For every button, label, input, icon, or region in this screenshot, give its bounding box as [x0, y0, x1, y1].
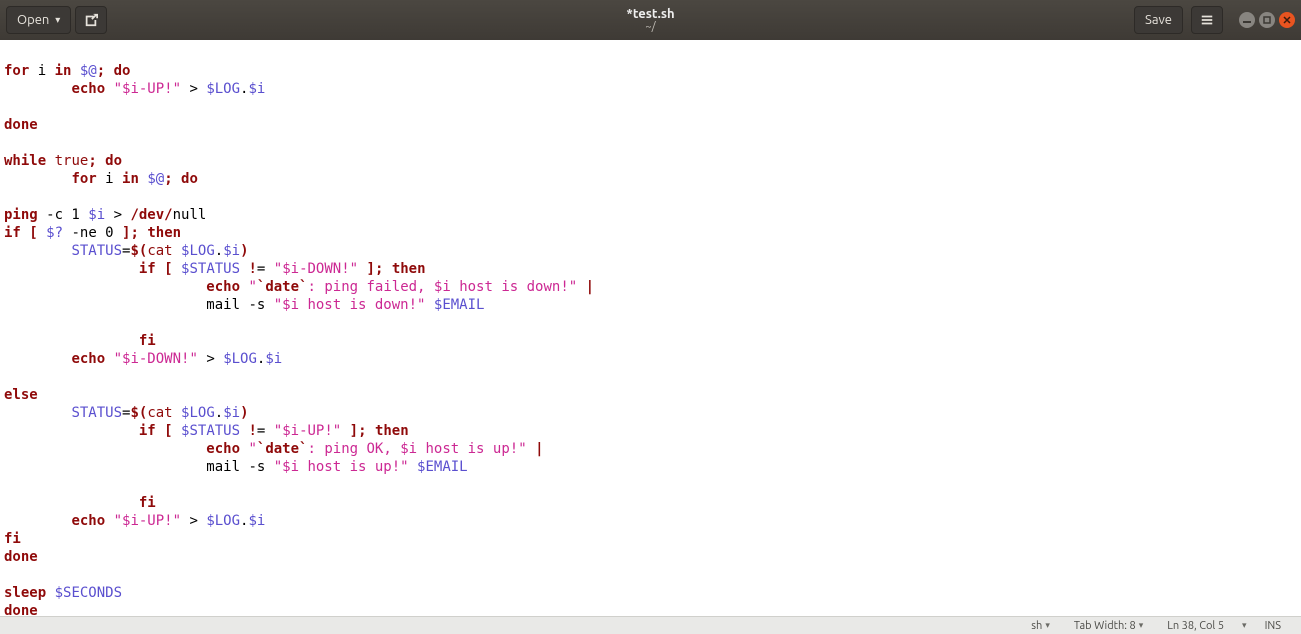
chevron-down-icon: ▾: [1045, 620, 1050, 631]
minimize-button[interactable]: [1239, 12, 1255, 28]
cursor-position-label: Ln 38, Col 5: [1167, 620, 1224, 632]
save-label: Save: [1145, 13, 1172, 27]
cursor-position[interactable]: Ln 38, Col 5: [1155, 620, 1236, 632]
line-ending-selector[interactable]: ▾: [1236, 620, 1253, 631]
window-title: *test.sh ~/: [0, 7, 1301, 33]
close-icon: [1283, 16, 1291, 24]
chevron-down-icon: ▾: [1242, 620, 1247, 631]
titlebar: Open ▾ *test.sh ~/ Save: [0, 0, 1301, 40]
insert-mode-label: INS: [1265, 620, 1281, 632]
minimize-icon: [1243, 16, 1251, 24]
status-bar: sh ▾ Tab Width: 8 ▾ Ln 38, Col 5 ▾ INS: [0, 616, 1301, 634]
editor-area[interactable]: for i in $@; do echo "$i-UP!" > $LOG.$i …: [0, 40, 1301, 616]
insert-mode[interactable]: INS: [1253, 620, 1293, 632]
close-button[interactable]: [1279, 12, 1295, 28]
language-selector[interactable]: sh ▾: [1019, 620, 1062, 632]
tab-width-label: Tab Width: 8: [1074, 620, 1136, 632]
language-label: sh: [1031, 620, 1042, 632]
chevron-down-icon: ▾: [1139, 620, 1144, 631]
save-button[interactable]: Save: [1134, 6, 1183, 34]
file-name: *test.sh: [0, 7, 1301, 21]
tab-width-selector[interactable]: Tab Width: 8 ▾: [1062, 620, 1155, 632]
new-tab-button[interactable]: [75, 6, 107, 34]
hamburger-menu-button[interactable]: [1191, 6, 1223, 34]
open-label: Open: [17, 13, 49, 27]
new-tab-icon: [84, 13, 98, 27]
file-path: ~/: [0, 21, 1301, 33]
window-controls: [1239, 12, 1295, 28]
maximize-icon: [1263, 16, 1271, 24]
maximize-button[interactable]: [1259, 12, 1275, 28]
hamburger-icon: [1200, 13, 1214, 27]
chevron-down-icon: ▾: [55, 14, 60, 26]
open-button[interactable]: Open ▾: [6, 6, 71, 34]
